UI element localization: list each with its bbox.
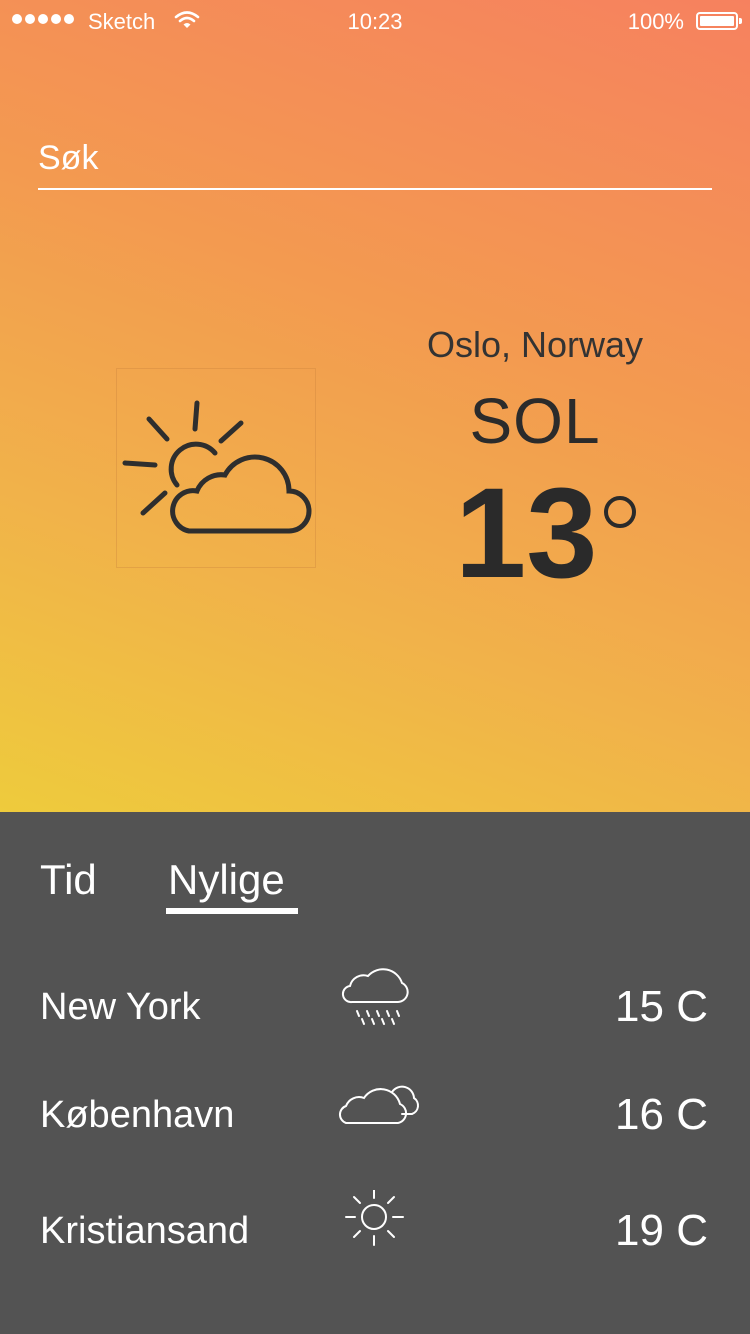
rain-cloud-icon [336, 966, 420, 1036]
recent-city-row[interactable]: New York 15 C [0, 966, 750, 1066]
city-name: New York [40, 986, 201, 1028]
city-name: Kristiansand [40, 1210, 250, 1252]
tab-nylige[interactable]: Nylige [168, 856, 285, 904]
recent-city-row[interactable]: Kristiansand 19 C [0, 1189, 750, 1290]
tab-tid[interactable]: Tid [40, 856, 97, 904]
clouds-icon [336, 1074, 420, 1144]
active-tab-indicator [166, 908, 298, 914]
search-field[interactable] [38, 134, 712, 190]
status-bar: Sketch 10:23 100% [0, 0, 750, 44]
battery-icon [696, 12, 742, 30]
current-temperature: 13 [455, 462, 598, 605]
sun-icon [336, 1189, 420, 1260]
degree-symbol [604, 496, 636, 528]
current-condition: SOL [469, 385, 601, 457]
recent-city-row[interactable]: København 16 C [0, 1074, 750, 1174]
tab-bar: Tid Nylige [0, 812, 750, 922]
city-temperature: 16 C [615, 1090, 708, 1139]
battery-percentage: 100% [627, 9, 684, 34]
city-temperature: 19 C [615, 1206, 708, 1255]
partly-cloudy-icon [116, 368, 316, 568]
city-temperature: 15 C [615, 982, 708, 1031]
current-location: Oslo, Norway [426, 324, 644, 365]
hero-panel: Sketch 10:23 100% Oslo, [0, 0, 750, 812]
city-name: København [40, 1094, 235, 1136]
search-input[interactable] [38, 134, 712, 182]
